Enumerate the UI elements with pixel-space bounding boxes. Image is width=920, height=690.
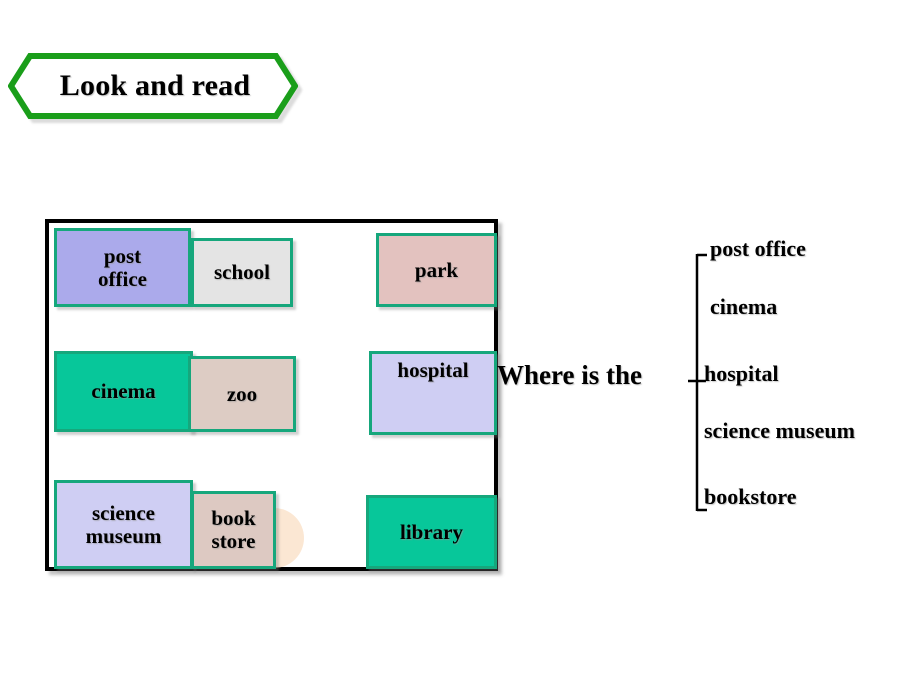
option-cinema[interactable]: cinema xyxy=(710,294,777,320)
map-place-label: book store xyxy=(211,506,256,553)
option-label: science museum xyxy=(704,418,855,443)
map-place-label: science museum xyxy=(85,500,162,548)
map-place-post-office[interactable]: post office xyxy=(54,228,191,307)
map-place-zoo[interactable]: zoo xyxy=(188,356,296,432)
map-place-hospital[interactable]: hospital xyxy=(369,351,497,435)
map-place-label: school xyxy=(213,260,270,285)
map-place-book-store[interactable]: book store xyxy=(191,491,276,569)
map-place-cinema[interactable]: cinema xyxy=(54,351,193,432)
map-place-label: hospital xyxy=(397,358,469,382)
option-post-office[interactable]: post office xyxy=(710,236,806,262)
map-place-label: cinema xyxy=(91,379,156,404)
option-label: post office xyxy=(710,236,806,261)
map-place-library[interactable]: library xyxy=(366,495,497,569)
map-place-science-museum[interactable]: science museum xyxy=(54,480,193,569)
map-place-label: zoo xyxy=(226,381,258,406)
map-place-park[interactable]: park xyxy=(376,233,497,307)
map-place-label: library xyxy=(400,519,463,544)
option-label: bookstore xyxy=(704,484,797,509)
map-place-label: park xyxy=(414,257,459,282)
map-place-label: post office xyxy=(98,243,147,291)
page-title: Look and read xyxy=(59,69,251,102)
option-label: cinema xyxy=(710,294,778,319)
question-stem: Where is the xyxy=(497,360,642,390)
option-bookstore[interactable]: bookstore xyxy=(704,484,797,510)
map-place-school[interactable]: school xyxy=(191,238,293,307)
option-hospital[interactable]: hospital xyxy=(704,361,779,387)
town-map: post office school park cinema zoo hospit… xyxy=(45,219,498,571)
option-science-museum[interactable]: science museum xyxy=(704,418,855,444)
title-banner: Look and read xyxy=(8,53,302,123)
option-label: hospital xyxy=(704,361,779,386)
